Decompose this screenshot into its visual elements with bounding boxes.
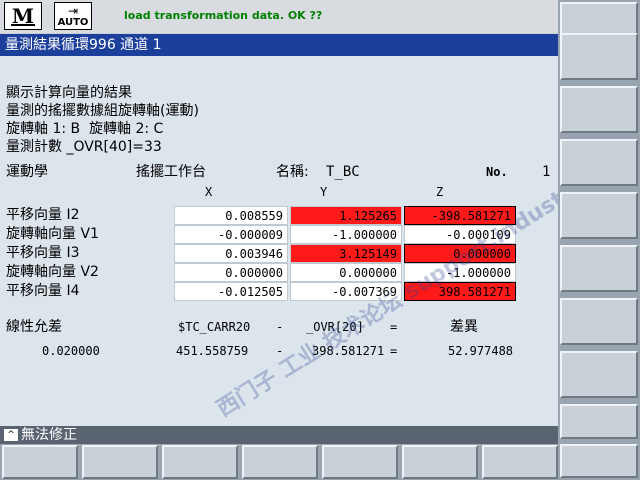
auto-label: AUTO: [57, 16, 89, 28]
difference-value: 52.977488: [448, 344, 514, 358]
softkey-h7[interactable]: [482, 445, 558, 479]
row-label: 平移向量 I3: [6, 245, 80, 261]
softkey-h2[interactable]: [82, 445, 158, 479]
status-message: load transformation data. OK ??: [124, 9, 323, 22]
softkey-v9[interactable]: [560, 404, 638, 439]
softkey-v7[interactable]: [560, 298, 638, 345]
horizontal-softkey-bar: [0, 444, 560, 480]
auto-mode-icon: ⇥ AUTO: [54, 2, 92, 30]
row-label: 旋轉軸向量 V1: [6, 226, 99, 242]
softkey-v6[interactable]: [560, 245, 638, 292]
auto-arrow-icon: ⇥: [67, 3, 79, 18]
softkey-v4[interactable]: [560, 139, 638, 186]
softkey-h5[interactable]: [322, 445, 398, 479]
row-label: 旋轉軸向量 V2: [6, 264, 99, 280]
value-cell-x: 0.008559: [174, 206, 288, 225]
value-cell-y: 0.000000: [290, 263, 402, 282]
name-value: T_BC: [326, 164, 360, 180]
value-cell-x: 0.000000: [174, 263, 288, 282]
value-cell-z: -0.000109: [404, 225, 516, 244]
recall-arrow-icon[interactable]: ^: [4, 429, 18, 441]
softkey-h3[interactable]: [162, 445, 238, 479]
row-label: 平移向量 I2: [6, 207, 80, 223]
value-cell-y: -1.000000: [290, 225, 402, 244]
col-header-y: Y: [320, 185, 328, 199]
no-value: 1: [542, 164, 551, 180]
kinematics-label: 運動學: [6, 164, 48, 180]
tolerance-label: 線性允差: [6, 319, 62, 335]
value-cell-x: -0.000009: [174, 225, 288, 244]
message-text: 無法修正: [21, 427, 77, 443]
value-cell-y: 3.125149: [290, 244, 402, 263]
col-header-z: Z: [436, 185, 444, 199]
swivel-label: 搖擺工作台: [136, 164, 206, 180]
status-header: M ⇥ AUTO load transformation data. OK ??: [0, 0, 560, 33]
softkey-h1[interactable]: [2, 445, 78, 479]
equals-sign-2: =: [390, 344, 398, 358]
results-panel: 顯示計算向量的結果 量測的搖擺數據組旋轉軸(運動) 旋轉軸 1: B 旋轉軸 2…: [0, 56, 640, 426]
minus-sign-2: -: [276, 344, 284, 358]
value-cell-z: 0.000000: [404, 244, 516, 263]
tc-carr-value: 451.558759: [176, 344, 249, 358]
softkey-v5[interactable]: [560, 192, 638, 239]
equals-sign: =: [390, 320, 398, 334]
machine-mode-icon: M: [4, 2, 42, 30]
window-title: 量測結果循環996 通道 1: [0, 34, 558, 56]
tc-carr-label: $TC_CARR20: [178, 320, 251, 334]
ovr-value: 398.581271: [312, 344, 385, 358]
softkey-v8[interactable]: [560, 351, 638, 398]
info-line-2: 量測的搖擺數據組旋轉軸(運動): [6, 103, 199, 119]
softkey-v2[interactable]: [560, 33, 638, 80]
tolerance-value: 0.020000: [42, 344, 100, 358]
message-line: ^ 無法修正: [0, 426, 558, 444]
value-cell-z: 398.581271: [404, 282, 516, 301]
value-cell-y: 1.125265: [290, 206, 402, 225]
row-label: 平移向量 I4: [6, 283, 80, 299]
softkey-v3[interactable]: [560, 86, 638, 133]
value-cell-y: -0.007369: [290, 282, 402, 301]
col-header-x: X: [205, 185, 213, 199]
minus-sign: -: [276, 320, 284, 334]
softkey-h4[interactable]: [242, 445, 318, 479]
info-line-4: 量測計數 _OVR[40]=33: [6, 139, 162, 155]
value-cell-z: -398.581271: [404, 206, 516, 225]
value-cell-z: -1.000000: [404, 263, 516, 282]
ovr-label: _OVR[20]: [306, 320, 364, 334]
name-label: 名稱:: [276, 164, 309, 180]
difference-label: 差異: [450, 319, 478, 335]
softkey-h6[interactable]: [402, 445, 478, 479]
value-cell-x: 0.003946: [174, 244, 288, 263]
value-cell-x: -0.012505: [174, 282, 288, 301]
vertical-softkey-bar: [558, 0, 640, 480]
no-label: No.: [486, 165, 508, 179]
softkey-h9[interactable]: [560, 444, 638, 478]
info-line-1: 顯示計算向量的結果: [6, 85, 132, 101]
machine-mode-label: M: [11, 4, 35, 28]
info-line-3: 旋轉軸 1: B 旋轉軸 2: C: [6, 121, 164, 137]
